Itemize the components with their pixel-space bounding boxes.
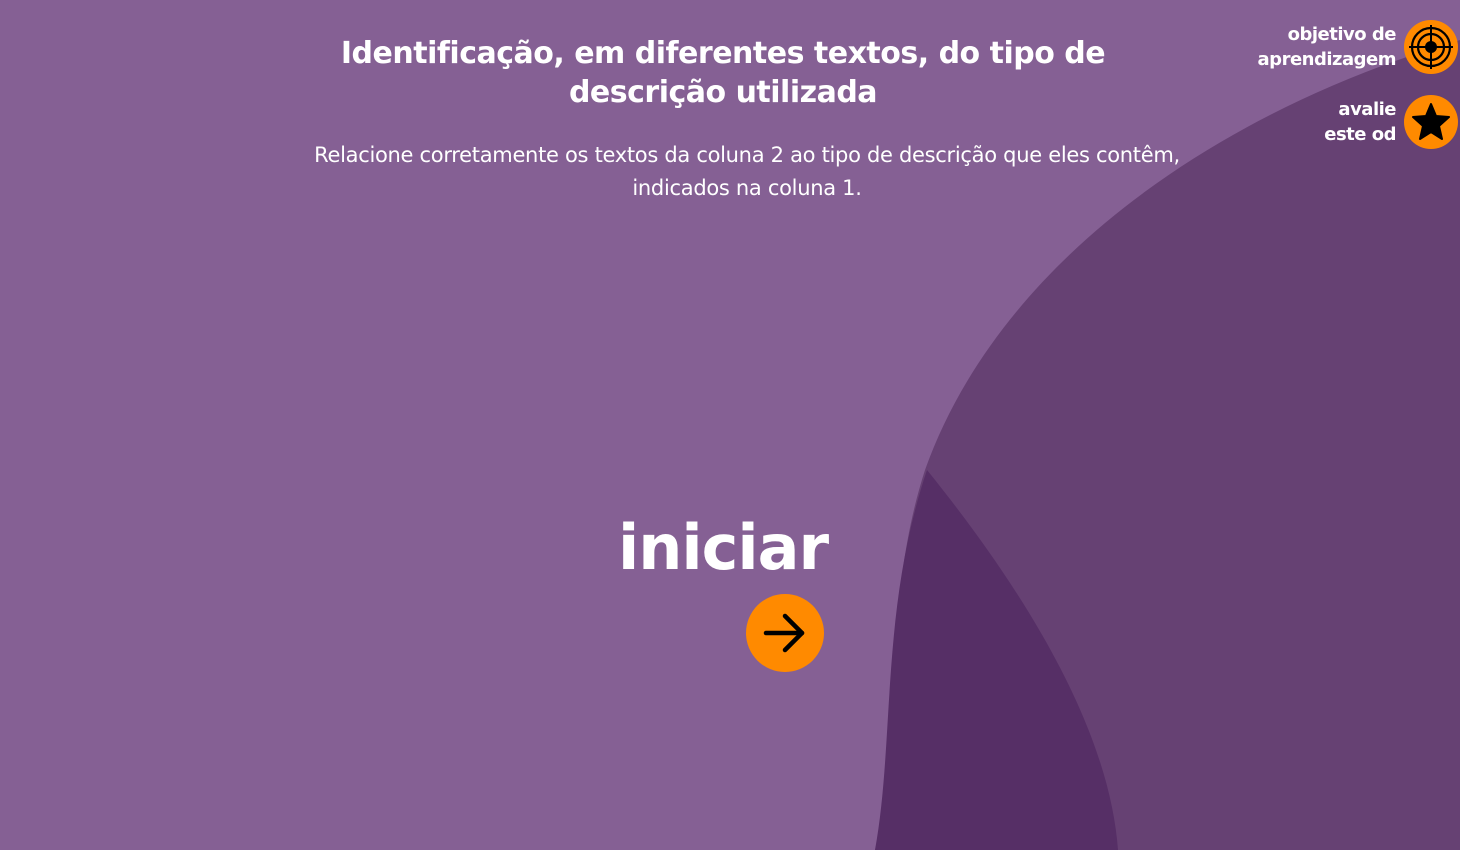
page-title: Identificação, em diferentes textos, do … xyxy=(340,36,1106,110)
rate-resource-label-line2: este od xyxy=(1324,124,1396,145)
learning-objective-label: objetivo de aprendizagem xyxy=(1257,22,1397,72)
background-shapes xyxy=(875,40,1460,850)
rate-resource-button[interactable]: avalie este od xyxy=(1324,95,1460,149)
target-icon[interactable] xyxy=(1404,20,1458,74)
learning-objective-label-line1: objetivo de xyxy=(1287,24,1397,45)
instructions-text: Relacione corretamente os textos da colu… xyxy=(314,143,1180,200)
start-section: iniciar xyxy=(600,504,846,672)
rate-resource-label: avalie este od xyxy=(1324,97,1396,147)
start-label: iniciar xyxy=(617,511,829,584)
learning-objective-button[interactable]: objetivo de aprendizagem xyxy=(1258,20,1460,74)
rate-resource-label-line1: avalie xyxy=(1338,99,1396,120)
header: Identificação, em diferentes textos, do … xyxy=(260,34,1186,112)
arrow-right-icon xyxy=(763,613,805,653)
learning-objective-label-line2: aprendizagem xyxy=(1257,49,1397,70)
star-icon[interactable] xyxy=(1404,95,1458,149)
start-button[interactable] xyxy=(746,594,824,672)
